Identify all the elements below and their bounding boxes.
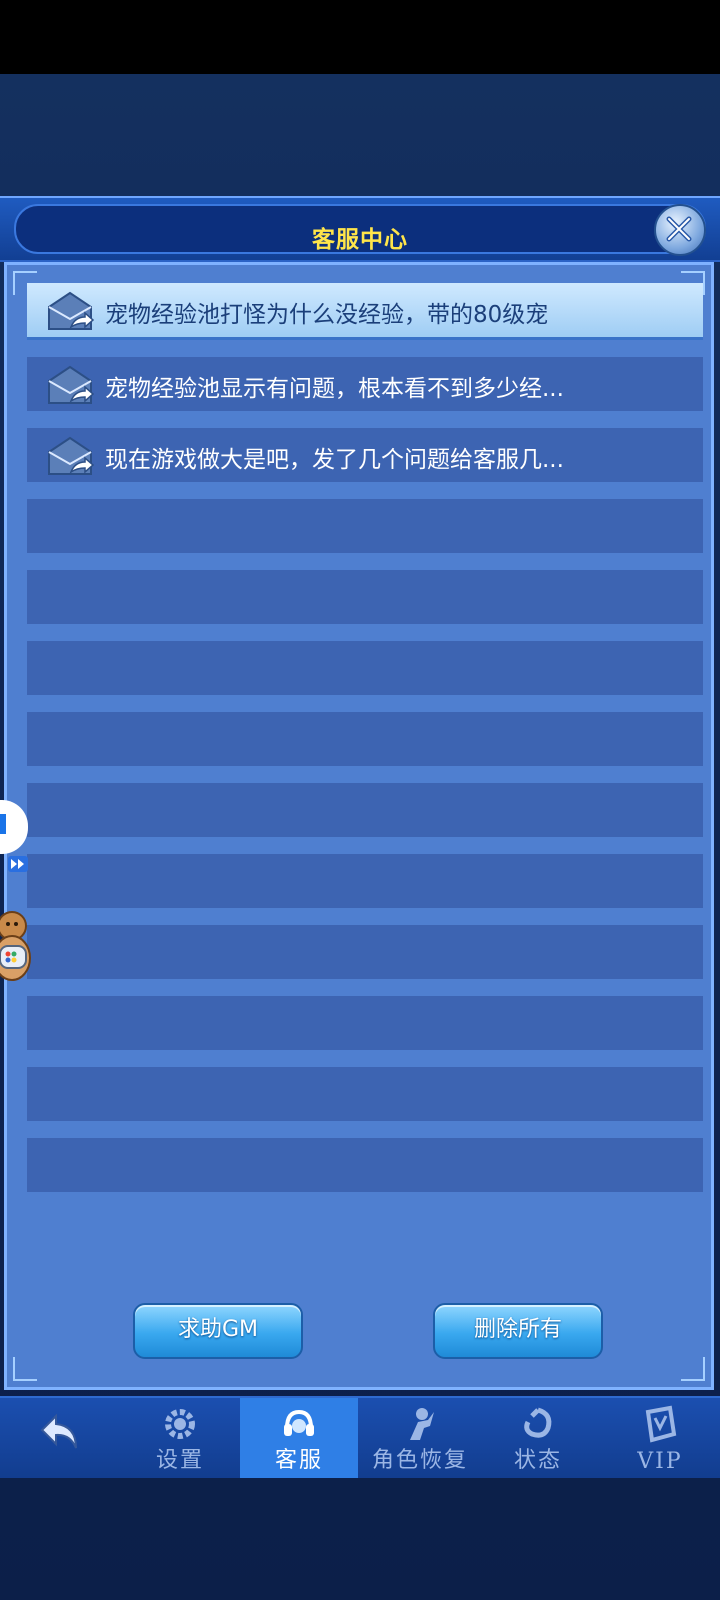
mail-reply-icon <box>48 291 95 330</box>
assistant-marker <box>0 814 6 834</box>
bottom-nav: 设置 客服 角色恢复 状态 VIP <box>0 1396 720 1478</box>
close-icon <box>666 216 692 242</box>
empty-row <box>27 499 703 553</box>
empty-row <box>27 925 703 979</box>
nav-role-restore-label: 角色恢复 <box>371 1448 468 1473</box>
message-title: 宠物经验池打怪为什么没经验，带的80级宠 <box>105 302 549 328</box>
mail-reply-icon <box>48 365 95 404</box>
vip-card-icon <box>645 1405 677 1443</box>
back-button[interactable] <box>20 1398 100 1478</box>
swirl-icon <box>524 1407 552 1438</box>
nav-settings-label: 设置 <box>155 1448 204 1473</box>
nav-settings[interactable]: 设置 <box>130 1398 230 1478</box>
frame-corner <box>13 1357 37 1381</box>
nav-status[interactable]: 状态 <box>488 1398 588 1478</box>
nav-vip-label: VIP <box>637 1449 683 1474</box>
message-panel: 宠物经验池打怪为什么没经验，带的80级宠 宠物经验池显示有问题，根本看不到多少经… <box>4 262 714 1390</box>
frame-corner <box>681 1357 705 1381</box>
empty-row <box>27 1067 703 1121</box>
message-list: 宠物经验池打怪为什么没经验，带的80级宠 宠物经验池显示有问题，根本看不到多少经… <box>27 283 703 1209</box>
status-bar <box>0 0 720 74</box>
headset-icon <box>284 1409 314 1436</box>
message-title: 宠物经验池显示有问题，根本看不到多少经... <box>105 376 564 402</box>
message-row[interactable]: 现在游戏做大是吧，发了几个问题给客服几... <box>27 428 703 482</box>
empty-row <box>27 712 703 766</box>
page-title: 客服中心 <box>312 227 408 253</box>
close-button[interactable] <box>654 204 706 256</box>
nav-support[interactable]: 客服 <box>240 1398 358 1478</box>
nav-role-restore[interactable]: 角色恢复 <box>362 1398 478 1478</box>
help-gm-button[interactable]: 求助GM <box>133 1303 303 1359</box>
character-icon <box>410 1408 434 1440</box>
empty-row <box>27 996 703 1050</box>
delete-all-button[interactable]: 删除所有 <box>433 1303 603 1359</box>
title-frame: 客服中心 <box>14 204 706 254</box>
nav-status-label: 状态 <box>513 1448 562 1473</box>
empty-row <box>27 854 703 908</box>
fast-forward-icon[interactable] <box>8 856 28 872</box>
message-row[interactable]: 宠物经验池显示有问题，根本看不到多少经... <box>27 357 703 411</box>
gamepad-mascot-icon[interactable] <box>0 908 34 992</box>
empty-row <box>27 1138 703 1192</box>
empty-row <box>27 641 703 695</box>
back-arrow-icon <box>40 1413 77 1449</box>
nav-vip[interactable]: VIP <box>610 1398 710 1478</box>
gear-icon <box>165 1409 195 1439</box>
message-row[interactable]: 宠物经验池打怪为什么没经验，带的80级宠 <box>27 283 703 340</box>
title-bar: 客服中心 <box>0 196 720 262</box>
empty-row <box>27 570 703 624</box>
message-title: 现在游戏做大是吧，发了几个问题给客服几... <box>105 447 564 473</box>
empty-row <box>27 783 703 837</box>
mail-reply-icon <box>48 436 95 475</box>
nav-support-label: 客服 <box>274 1448 323 1473</box>
